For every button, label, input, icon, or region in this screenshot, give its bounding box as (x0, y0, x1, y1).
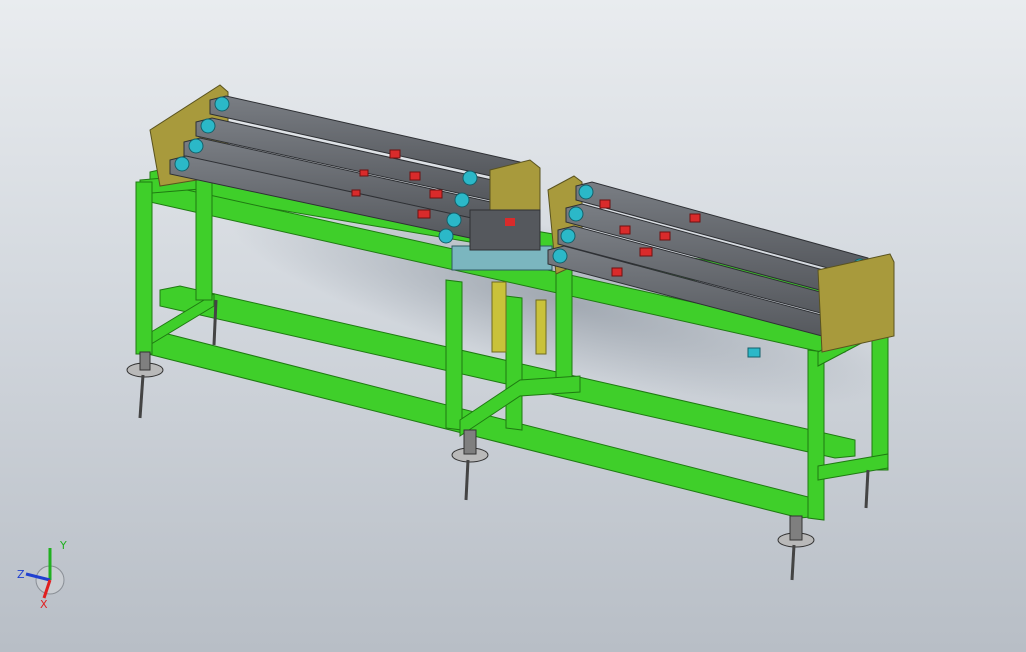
yellow-post-b[interactable] (535, 299, 547, 355)
right-end-plate[interactable] (817, 253, 895, 353)
sensor-bracket[interactable] (747, 347, 761, 358)
foot-left[interactable] (126, 351, 164, 419)
triad-y-label: Y (59, 539, 67, 552)
triad-x-label: X (40, 598, 48, 611)
frame-leg-mid-right[interactable] (555, 265, 573, 393)
frame-leg-mid-front[interactable] (445, 279, 463, 431)
frame-leg-right-front[interactable] (807, 349, 825, 521)
yellow-post-a[interactable] (491, 281, 507, 353)
transfer-red-marker[interactable] (505, 218, 515, 226)
cad-model-scene[interactable] (0, 0, 1026, 652)
transfer-core[interactable] (469, 209, 541, 251)
frame-leg-left-front[interactable] (135, 181, 153, 355)
view-triad-icon: Y Z X (17, 539, 67, 611)
foot-rod-back-left (212, 299, 218, 346)
foot-right[interactable] (777, 515, 815, 581)
frame-leg-mid-back[interactable] (505, 295, 523, 431)
view-triad[interactable]: Y Z X (14, 536, 78, 612)
frame-leg-left-back[interactable] (195, 175, 213, 301)
frame-right-cross[interactable] (817, 453, 889, 481)
triad-z-label: Z (17, 568, 25, 581)
foot-rod-back-right (864, 469, 870, 509)
graphics-viewport[interactable]: Y Z X (0, 0, 1026, 652)
foot-mid[interactable] (451, 429, 489, 501)
